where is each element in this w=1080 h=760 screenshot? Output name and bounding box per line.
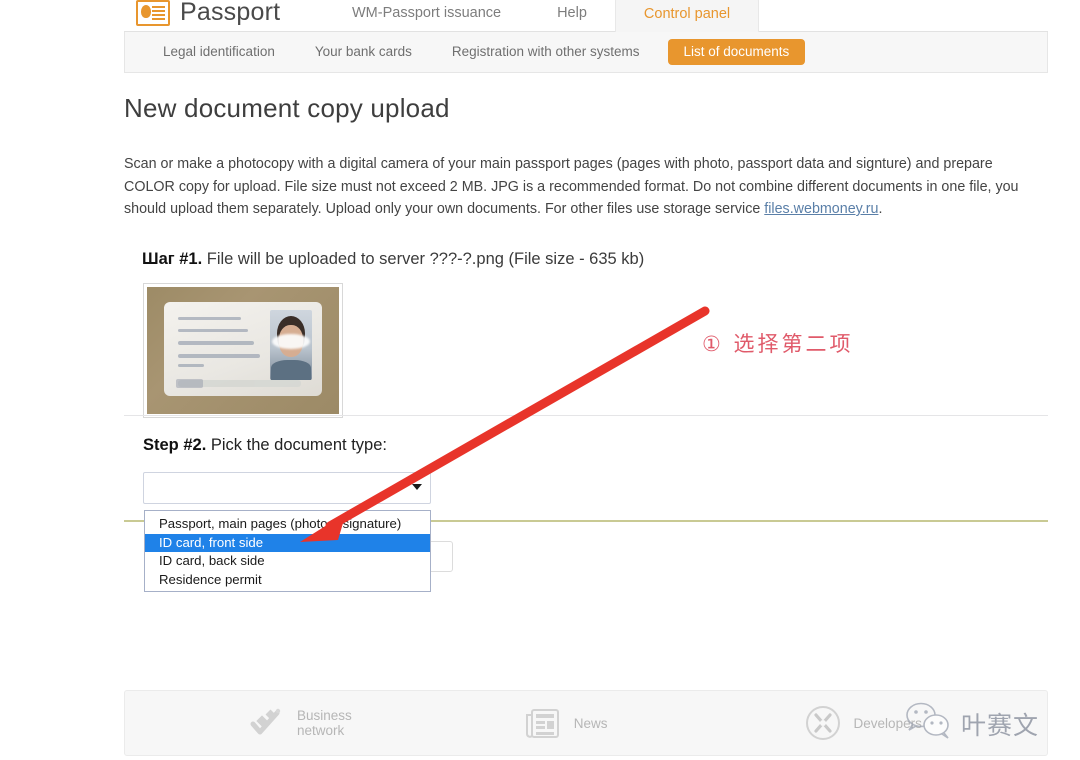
secondary-navigation: Legal identification Your bank cards Reg… <box>124 32 1048 73</box>
watermark-text: 叶赛文 <box>961 706 1039 742</box>
id-card-portrait <box>270 310 313 380</box>
step-1-label: Шаг #1. File will be uploaded to server … <box>142 250 1048 269</box>
id-card-graphic <box>164 302 321 396</box>
annotation-note: ① 选择第二项 <box>702 328 854 358</box>
footer-label-news: News <box>574 716 608 731</box>
step-1-text: File will be uploaded to server ???-?.pn… <box>202 250 644 268</box>
tab-your-bank-cards[interactable]: Your bank cards <box>295 39 432 65</box>
step-1-prefix: Шаг #1. <box>142 250 202 268</box>
tab-legal-identification[interactable]: Legal identification <box>143 39 295 65</box>
id-card-field-line <box>178 317 241 321</box>
footer-item-business-network[interactable]: Business network <box>247 704 352 742</box>
tab-registration-with-other-systems[interactable]: Registration with other systems <box>432 39 660 65</box>
brand[interactable]: Passport <box>136 0 280 27</box>
wechat-watermark: 叶赛文 <box>903 701 1039 746</box>
portrait-shoulders <box>271 360 312 379</box>
step-2-prefix: Step #2. <box>143 436 206 454</box>
option-passport-main-pages[interactable]: Passport, main pages (photo + signature) <box>145 515 430 534</box>
option-id-card-front-side[interactable]: ID card, front side <box>145 534 430 553</box>
step-2-label: Step #2. Pick the document type: <box>143 436 387 455</box>
id-card-field-line <box>178 329 247 333</box>
id-card-field-line <box>178 364 203 368</box>
checkmark-diamond-icon <box>247 704 285 742</box>
instructions-text: Scan or make a photocopy with a digital … <box>124 156 1019 217</box>
id-card-number-line <box>178 380 301 387</box>
document-type-option-list[interactable]: Passport, main pages (photo + signature)… <box>144 510 431 592</box>
footer-item-news[interactable]: News <box>524 704 608 742</box>
newspaper-icon <box>524 704 562 742</box>
tab-list-of-documents[interactable]: List of documents <box>668 39 806 65</box>
main-content: New document copy upload Scan or make a … <box>124 73 1048 418</box>
id-card-field-line <box>178 341 254 345</box>
upload-instructions: Scan or make a photocopy with a digital … <box>124 153 1032 221</box>
primary-navigation: Passport WM-Passport issuance Help Contr… <box>124 0 1048 32</box>
instructions-text-end: . <box>878 201 882 217</box>
portrait-redaction <box>272 334 309 349</box>
page-title: New document copy upload <box>124 93 1048 124</box>
passport-book-icon <box>136 0 170 26</box>
option-residence-permit[interactable]: Residence permit <box>145 571 430 590</box>
footer-label-business-network: Business network <box>297 708 352 738</box>
id-card-field-line <box>178 354 260 358</box>
nav-item-help[interactable]: Help <box>529 2 615 24</box>
step-2-text: Pick the document type: <box>206 436 387 454</box>
wechat-icon <box>903 701 955 746</box>
section-divider-top <box>124 415 1048 416</box>
option-id-card-back-side[interactable]: ID card, back side <box>145 552 430 571</box>
document-type-select[interactable] <box>143 472 431 504</box>
thumbnail-image <box>147 287 339 414</box>
page-root: Passport WM-Passport issuance Help Contr… <box>0 0 1080 760</box>
nav-item-wm-passport-issuance[interactable]: WM-Passport issuance <box>324 2 529 24</box>
chevron-down-icon <box>412 484 422 490</box>
site-footer: Business network News <box>124 690 1048 756</box>
brand-label: Passport <box>180 0 280 27</box>
tools-circle-icon <box>804 704 842 742</box>
document-thumbnail[interactable] <box>143 283 343 418</box>
files-webmoney-link[interactable]: files.webmoney.ru <box>764 201 878 217</box>
